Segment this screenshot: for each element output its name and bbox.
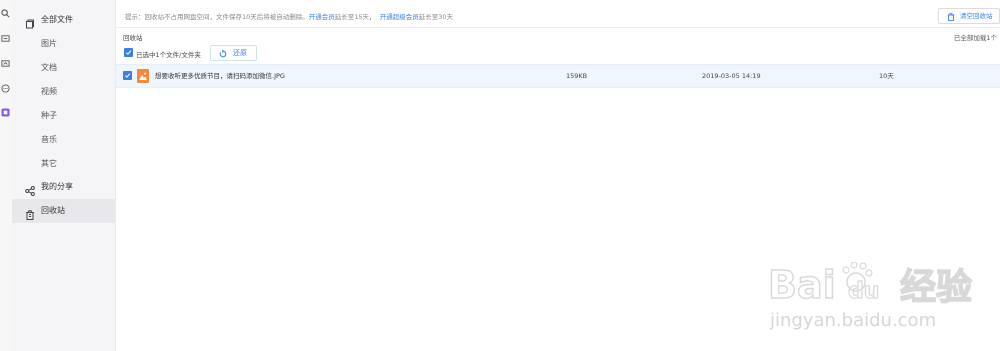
clear-button-label: 清空回收站 xyxy=(960,12,993,20)
table-row[interactable]: 想要收听更多优质节目，请扫码添加微信.JPG 159KB 2019-03-05 … xyxy=(116,64,1000,88)
sidebar: 全部文件 图片 文档 视频 种子 音乐 其它 我的分享 回收站 xyxy=(12,0,116,351)
sidebar-item-images[interactable]: 图片 xyxy=(12,32,115,56)
sidebar-item-torrents[interactable]: 种子 xyxy=(12,104,115,128)
days-remaining: 10天 xyxy=(879,72,894,80)
file-name[interactable]: 想要收听更多优质节目，请扫码添加微信.JPG xyxy=(155,65,285,87)
clear-recycle-bin-button[interactable]: 清空回收站 xyxy=(938,8,1000,24)
restore-button[interactable]: 还原 xyxy=(210,45,257,61)
sidebar-item-label: 文档 xyxy=(41,63,57,72)
trash-icon xyxy=(25,206,35,220)
share-icon xyxy=(25,182,35,196)
recycle-tip: 提示：回收站不占用网盘空间，文件保存10天后将被自动删除。开通会员延长至15天，… xyxy=(125,11,453,21)
sidebar-item-documents[interactable]: 文档 xyxy=(12,56,115,80)
sidebar-item-other[interactable]: 其它 xyxy=(12,152,115,176)
sidebar-item-label: 视频 xyxy=(41,87,57,96)
restore-button-label: 还原 xyxy=(233,49,247,57)
restore-icon xyxy=(219,49,227,58)
loaded-status: 已全部加载1个 xyxy=(953,34,997,42)
row-checkbox[interactable] xyxy=(123,71,132,80)
files-icon xyxy=(25,15,35,29)
sidebar-item-videos[interactable]: 视频 xyxy=(12,80,115,104)
image-file-icon xyxy=(137,69,149,83)
sidebar-item-all-files[interactable]: 全部文件 xyxy=(12,8,115,32)
chat-icon[interactable] xyxy=(0,84,10,94)
divider xyxy=(116,27,1000,28)
icon-rail xyxy=(0,0,12,351)
sidebar-item-label: 我的分享 xyxy=(41,182,73,191)
sidebar-item-recycle-bin[interactable]: 回收站 xyxy=(12,199,115,223)
vip-link[interactable]: 开通会员 xyxy=(309,13,335,21)
sidebar-item-label: 图片 xyxy=(41,39,57,48)
breadcrumb: 回收站 xyxy=(123,34,143,42)
transfer-icon[interactable] xyxy=(0,34,10,44)
select-all-checkbox[interactable] xyxy=(124,48,133,57)
device-icon[interactable] xyxy=(0,59,10,69)
sidebar-item-label: 其它 xyxy=(41,159,57,168)
netdisk-app: 全部文件 图片 文档 视频 种子 音乐 其它 我的分享 回收站 提示：回收站不占… xyxy=(0,0,1000,351)
app-icon[interactable] xyxy=(0,108,10,118)
file-size: 159KB xyxy=(566,72,588,80)
main-panel: 提示：回收站不占用网盘空间，文件保存10天后将被自动删除。开通会员延长至15天，… xyxy=(116,0,1000,351)
sidebar-item-label: 全部文件 xyxy=(41,15,73,24)
tip-text-svip: 延长至30天 xyxy=(418,13,453,21)
tip-text: 提示：回收站不占用网盘空间，文件保存10天后将被自动删除。 xyxy=(125,13,309,21)
svip-link[interactable]: 开通超级会员 xyxy=(380,13,419,21)
deleted-time: 2019-03-05 14:19 xyxy=(702,72,761,80)
sidebar-item-music[interactable]: 音乐 xyxy=(12,128,115,152)
sidebar-item-label: 音乐 xyxy=(41,135,57,144)
sidebar-item-my-share[interactable]: 我的分享 xyxy=(12,175,115,199)
sidebar-item-label: 种子 xyxy=(41,111,57,120)
search-icon[interactable] xyxy=(0,9,10,19)
tip-text-vip: 延长至15天， xyxy=(334,13,376,21)
trash-icon xyxy=(947,12,955,22)
sidebar-item-label: 回收站 xyxy=(41,206,65,215)
selection-count: 已选中1个文件/文件夹 xyxy=(136,51,201,59)
